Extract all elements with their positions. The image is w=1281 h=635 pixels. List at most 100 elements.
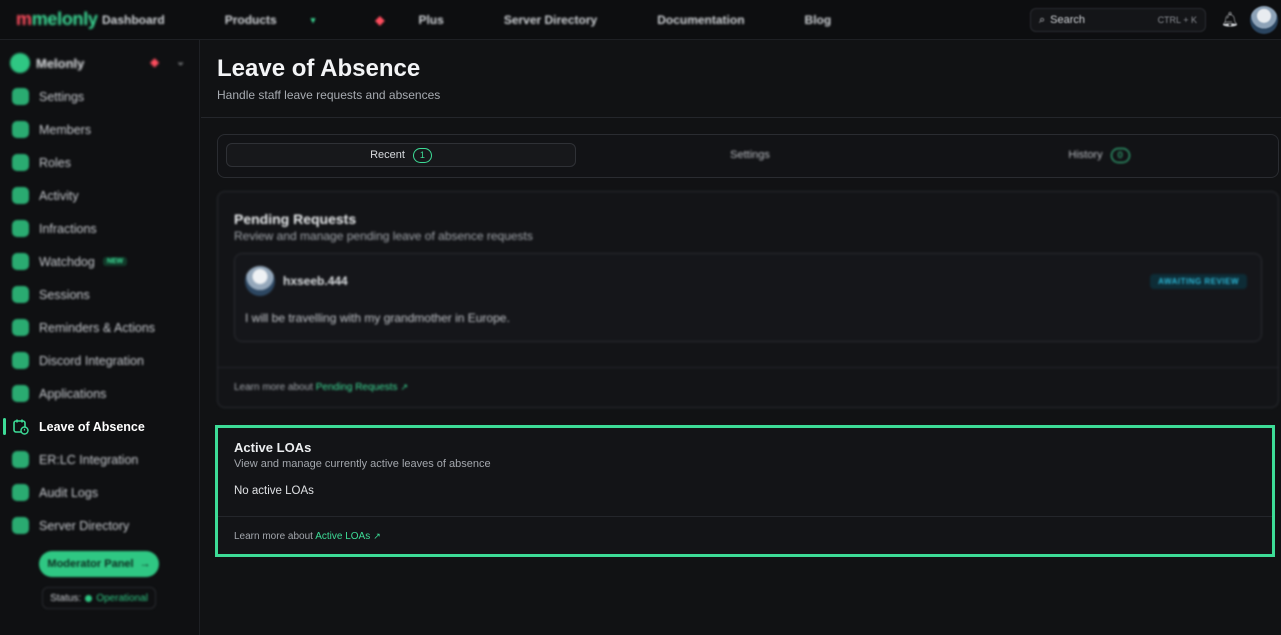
melonly-logo[interactable]: mmelonly: [16, 9, 98, 30]
search-box[interactable]: ⌕ Search CTRL + K: [1030, 8, 1206, 32]
gear-icon: [12, 88, 29, 105]
user-avatar[interactable]: [1250, 6, 1278, 34]
calendar-clock-icon: [12, 418, 29, 435]
sidebar-item-reminders[interactable]: Reminders & Actions: [0, 311, 200, 344]
sidebar-item-watchdog[interactable]: Watchdog NEW: [0, 245, 200, 278]
dog-icon: [12, 253, 29, 270]
nav-dashboard[interactable]: Dashboard: [102, 13, 195, 27]
tab-recent-count: 1: [412, 147, 432, 163]
card-divider: [218, 516, 1272, 517]
learn-more-pending: Learn more about Pending Requests ↗: [234, 382, 408, 393]
plus-melon-icon: ◆: [150, 55, 160, 69]
sidebar-item-sessions[interactable]: Sessions: [0, 278, 200, 311]
nav-blog[interactable]: Blog: [805, 13, 862, 27]
learn-more-active: Learn more about Active LOAs ↗: [234, 531, 381, 542]
sidebar-item-applications[interactable]: Applications: [0, 377, 200, 410]
new-badge: NEW: [102, 257, 128, 266]
gavel-icon: [12, 220, 29, 237]
search-icon: ⌕: [1039, 13, 1046, 26]
tab-history[interactable]: History 0: [924, 143, 1274, 167]
sidebar-item-leave-of-absence[interactable]: Leave of Absence: [0, 410, 200, 443]
sidebar-item-activity[interactable]: Activity: [0, 179, 200, 212]
tab-settings[interactable]: Settings: [580, 143, 920, 167]
bell-icon[interactable]: 🔔︎: [1221, 11, 1239, 27]
chat-icon: [12, 517, 29, 534]
moderator-panel-label: Moderator Panel: [47, 558, 134, 570]
sidebar-item-label: ER:LC Integration: [39, 452, 139, 467]
clipboard-icon: [12, 385, 29, 402]
request-username: hxseeb.444: [283, 274, 348, 288]
status-badge: AWAITING REVIEW: [1150, 274, 1247, 289]
sidebar-item-label: Discord Integration: [39, 353, 144, 368]
users-icon: [12, 121, 29, 138]
pending-requests-link[interactable]: Pending Requests ↗: [316, 382, 408, 393]
sidebar-item-roles[interactable]: Roles: [0, 146, 200, 179]
nav-blog-label: Blog: [804, 13, 832, 27]
sidebar-item-audit-logs[interactable]: Audit Logs: [0, 476, 200, 509]
sidebar-item-label: Reminders & Actions: [39, 320, 156, 335]
external-link-icon: ↗: [400, 382, 409, 392]
active-loas-subtitle: View and manage currently active leaves …: [234, 458, 491, 470]
active-loas-title: Active LOAs: [234, 440, 312, 455]
sidebar-item-members[interactable]: Members: [0, 113, 200, 146]
chevron-down-icon: ⌄: [176, 56, 186, 68]
monitor-icon: [12, 286, 29, 303]
sidebar-item-infractions[interactable]: Infractions: [0, 212, 200, 245]
sidebar-item-label: Activity: [39, 188, 79, 203]
search-label: Search: [1050, 14, 1086, 26]
active-loas-link-label: Active LOAs: [315, 531, 371, 542]
calendar-icon: [12, 319, 29, 336]
page-title: Leave of Absence: [217, 55, 421, 82]
sidebar-item-erlc-integration[interactable]: ER:LC Integration: [0, 443, 200, 476]
clock-icon: [12, 187, 29, 204]
main-content: Leave of Absence Handle staff leave requ…: [201, 40, 1281, 635]
tab-recent-label: Recent: [370, 149, 405, 161]
tab-settings-label: Settings: [730, 149, 770, 161]
tab-recent[interactable]: Recent 1: [226, 143, 576, 167]
briefcase-icon: [12, 154, 29, 171]
nav-plus[interactable]: ◆ Plus: [375, 13, 474, 27]
nav-server-directory-label: Server Directory: [503, 13, 598, 27]
search-shortcut: CTRL + K: [1157, 15, 1197, 25]
arrow-right-icon: →: [139, 558, 151, 570]
nav-documentation[interactable]: Documentation: [657, 13, 774, 27]
status-value: Operational: [96, 592, 148, 604]
discord-icon: [12, 352, 29, 369]
nav-products[interactable]: Products ▾: [225, 13, 346, 27]
nav-dashboard-label: Dashboard: [102, 13, 165, 27]
sidebar-item-label: Members: [39, 122, 92, 137]
server-switcher[interactable]: Melonly ◆ ⌄: [10, 52, 190, 74]
sidebar-item-discord-integration[interactable]: Discord Integration: [0, 344, 200, 377]
active-loas-link[interactable]: Active LOAs ↗: [315, 531, 381, 542]
learn-more-prefix: Learn more about: [234, 382, 313, 393]
sidebar-menu: Settings Members Roles Activity Infracti…: [0, 80, 200, 542]
tab-bar: Recent 1 Settings History 0: [217, 134, 1279, 178]
sidebar-item-settings[interactable]: Settings: [0, 80, 200, 113]
request-item[interactable]: hxseeb.444 AWAITING REVIEW I will be tra…: [234, 253, 1262, 342]
sidebar-item-label: Roles: [39, 155, 71, 170]
status-indicator[interactable]: Status: Operational: [42, 587, 156, 609]
moderator-panel-button[interactable]: Moderator Panel →: [39, 551, 159, 577]
sidebar-item-label: Leave of Absence: [39, 419, 145, 434]
card-divider: [218, 367, 1278, 368]
sidebar-item-label: Audit Logs: [39, 485, 99, 500]
gamepad-icon: [12, 451, 29, 468]
tab-history-count: 0: [1110, 147, 1130, 163]
sidebar-item-label: Server Directory: [39, 518, 130, 533]
empty-state-text: No active LOAs: [234, 485, 314, 497]
pending-requests-link-label: Pending Requests: [315, 382, 398, 393]
pending-title: Pending Requests: [234, 211, 357, 227]
nav-server-directory[interactable]: Server Directory: [504, 13, 627, 27]
active-loas-card: Active LOAs View and manage currently ac…: [215, 425, 1275, 557]
request-reason: I will be travelling with my grandmother…: [245, 311, 510, 325]
sidebar-item-server-directory[interactable]: Server Directory: [0, 509, 200, 542]
status-dot-icon: [85, 594, 93, 602]
pending-requests-card: Pending Requests Review and manage pendi…: [217, 191, 1279, 408]
logo-mark: m: [16, 9, 32, 29]
pending-subtitle: Review and manage pending leave of absen…: [234, 229, 533, 243]
avatar: [245, 266, 275, 296]
plus-melon-icon: ◆: [375, 13, 385, 27]
nav-plus-label: Plus: [418, 13, 444, 27]
sidebar-item-label: Sessions: [39, 287, 90, 302]
chevron-down-icon: ▾: [310, 14, 316, 25]
